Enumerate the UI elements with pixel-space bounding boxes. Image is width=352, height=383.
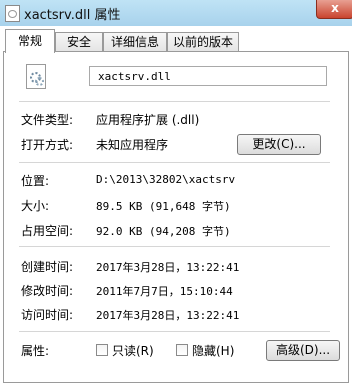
modified-value: 2011年7月7日，15:10:44 — [96, 285, 233, 298]
advanced-button[interactable]: 高级(D)... — [266, 340, 340, 361]
separator — [19, 162, 330, 163]
tab-bar: 常规 安全 详细信息 以前的版本 — [0, 26, 352, 53]
modified-label: 修改时间: — [21, 284, 74, 298]
tab-general[interactable]: 常规 — [5, 29, 55, 53]
hidden-checkbox[interactable] — [176, 344, 188, 356]
dll-file-icon — [26, 64, 46, 89]
location-label: 位置: — [21, 174, 50, 188]
accessed-value: 2017年3月28日，13:22:41 — [96, 309, 240, 322]
created-label: 创建时间: — [21, 260, 74, 274]
tab-previous-versions[interactable]: 以前的版本 — [167, 32, 239, 52]
open-with-label: 打开方式: — [21, 138, 74, 152]
window-title: xactsrv.dll 属性 — [24, 8, 121, 23]
close-button[interactable]: x — [316, 0, 352, 19]
file-type-label: 文件类型: — [21, 113, 74, 127]
tab-security[interactable]: 安全 — [55, 32, 103, 52]
title-bar: xactsrv.dll 属性 x — [0, 0, 352, 27]
change-button[interactable]: 更改(C)... — [237, 134, 321, 155]
attributes-label: 属性: — [21, 344, 50, 358]
hidden-checkbox-label[interactable]: 隐藏(H) — [192, 342, 234, 359]
filename-input[interactable]: xactsrv.dll — [89, 66, 327, 86]
file-type-value: 应用程序扩展 (.dll) — [96, 113, 200, 127]
accessed-label: 访问时间: — [21, 308, 74, 322]
size-on-disk-value: 92.0 KB (94,208 字节) — [96, 225, 231, 238]
gear-icon-small — [35, 77, 44, 86]
size-on-disk-label: 占用空间: — [21, 224, 74, 238]
readonly-checkbox[interactable] — [96, 344, 108, 356]
separator — [19, 246, 330, 247]
separator — [19, 331, 330, 332]
location-value: D:\2013\32802\xactsrv — [96, 173, 236, 186]
open-with-value: 未知应用程序 — [96, 138, 169, 152]
file-icon — [5, 5, 20, 22]
separator — [19, 101, 330, 102]
tab-details[interactable]: 详细信息 — [103, 32, 167, 52]
readonly-checkbox-label[interactable]: 只读(R) — [112, 342, 154, 359]
created-value: 2017年3月28日，13:22:41 — [96, 261, 240, 274]
size-value: 89.5 KB (91,648 字节) — [96, 200, 231, 213]
size-label: 大小: — [21, 199, 50, 213]
